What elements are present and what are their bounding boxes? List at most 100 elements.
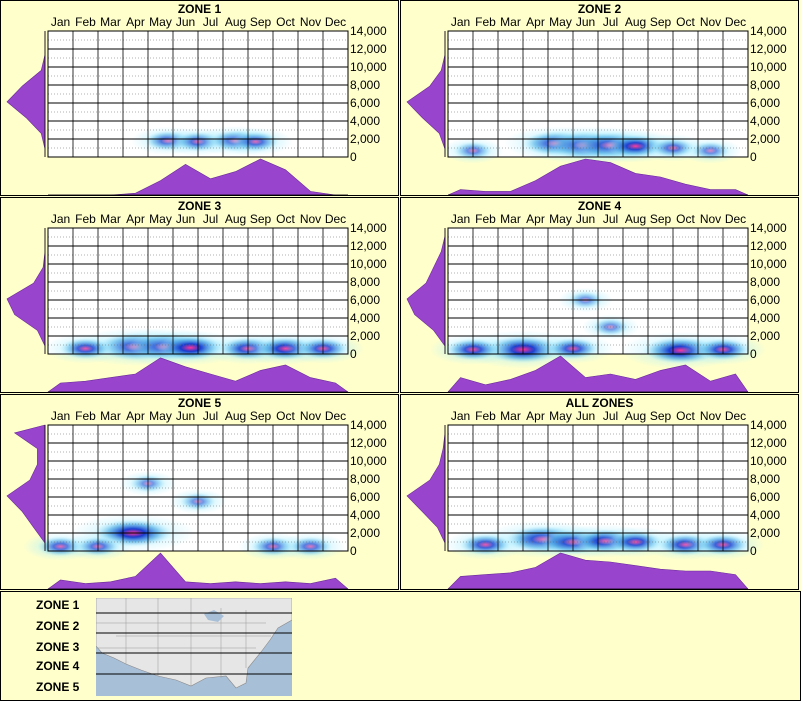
- chart-panel: ZONE 5 Jan Feb Mar Apr May Jun Jul Aug Sep Oct Nov D…: [0, 394, 399, 590]
- heatmap-plot: [406, 30, 749, 195]
- heatmap-plot: [406, 424, 765, 589]
- elevation-tick-label: 6,000: [350, 490, 381, 504]
- elevation-tick-label: 4,000: [750, 114, 781, 128]
- elevation-tick-label: 0: [750, 150, 757, 164]
- month-tick-label: Nov: [699, 409, 722, 423]
- elevation-tick-label: 4,000: [350, 311, 381, 325]
- month-tick-label: Sep: [649, 409, 672, 423]
- month-tick-label: Feb: [475, 15, 496, 29]
- chart-panel: ZONE 2 Jan Feb Mar Apr May Jun Jul Aug Sep Oct Nov D…: [400, 0, 799, 196]
- month-tick-label: Dec: [324, 409, 347, 423]
- month-tick-label: Jan: [450, 409, 471, 423]
- panel-title: ZONE 2: [577, 2, 622, 16]
- month-tick-label: Jun: [175, 409, 196, 423]
- elevation-tick-label: 10,000: [750, 60, 787, 74]
- panel-title: ZONE 3: [177, 199, 222, 213]
- zone-label-2: ZONE 2: [36, 619, 80, 633]
- month-tick-label: Apr: [126, 409, 145, 423]
- month-tick-label: Feb: [75, 15, 96, 29]
- month-tick-label: Apr: [526, 409, 545, 423]
- heatmap-plot: [6, 424, 349, 589]
- elevation-tick-label: 2,000: [750, 329, 781, 343]
- month-tick-label: Jul: [602, 212, 619, 226]
- heat-spot: [459, 534, 512, 556]
- elevation-tick-label: 12,000: [350, 239, 387, 253]
- heat-spot: [59, 337, 112, 360]
- month-tick-label: Nov: [299, 212, 322, 226]
- month-tick-label: May: [549, 409, 572, 423]
- elevation-tick-label: 2,000: [750, 132, 781, 146]
- month-tick-label: Sep: [649, 212, 672, 226]
- elevation-tick-label: 12,000: [350, 42, 387, 56]
- month-tick-label: Jul: [202, 212, 219, 226]
- month-tick-label: Jun: [175, 212, 196, 226]
- chart-panel: ZONE 3 Jan Feb Mar Apr May Jun Jul Aug Sep Oct Nov D…: [0, 197, 399, 393]
- panel-title: ZONE 4: [577, 199, 622, 213]
- elevation-tick-label: 0: [750, 544, 757, 558]
- month-tick-label: Apr: [526, 15, 545, 29]
- elevation-tick-label: 6,000: [350, 293, 381, 307]
- elevation-tick-label: 8,000: [350, 472, 381, 486]
- month-tick-label: Dec: [724, 15, 747, 29]
- elevation-tick-label: 4,000: [350, 114, 381, 128]
- month-tick-label: Jun: [175, 15, 196, 29]
- month-tick-label: Mar: [100, 212, 121, 226]
- month-tick-label: Oct: [676, 409, 695, 423]
- month-tick-label: Mar: [500, 15, 521, 29]
- elevation-tick-label: 12,000: [750, 239, 787, 253]
- elevation-profile-area: [6, 31, 46, 157]
- month-tick-label: Jan: [450, 212, 471, 226]
- month-tick-label: Oct: [676, 15, 695, 29]
- elevation-tick-label: 6,000: [750, 490, 781, 504]
- heat-spot: [288, 536, 333, 557]
- month-tick-label: Apr: [126, 212, 145, 226]
- month-tick-label: Jul: [202, 409, 219, 423]
- month-tick-label: Sep: [249, 212, 272, 226]
- month-tick-label: Jan: [50, 15, 71, 29]
- month-tick-label: Jun: [575, 409, 596, 423]
- heatmap-plot: [406, 227, 767, 392]
- elevation-profile-area: [406, 425, 446, 551]
- elevation-tick-label: 14,000: [750, 418, 787, 432]
- elevation-tick-label: 14,000: [350, 418, 387, 432]
- elevation-tick-label: 12,000: [750, 436, 787, 450]
- month-tick-label: Jan: [50, 409, 71, 423]
- us-map: [96, 598, 292, 696]
- elevation-tick-label: 12,000: [350, 436, 387, 450]
- elevation-tick-label: 0: [350, 347, 357, 361]
- chart-panel: ZONE 1 Jan Feb Mar Apr May Jun Jul Aug Sep Oct Nov D…: [0, 0, 399, 196]
- month-tick-label: May: [549, 15, 572, 29]
- elevation-tick-label: 8,000: [750, 78, 781, 92]
- month-tick-label: Dec: [324, 212, 347, 226]
- heatmap-plot: [6, 227, 365, 392]
- elevation-tick-label: 14,000: [350, 221, 387, 235]
- month-tick-label: Feb: [475, 212, 496, 226]
- zone-legend: ZONE 1 ZONE 2 ZONE 3 ZONE 4 ZONE 5: [0, 591, 801, 701]
- elevation-tick-label: 2,000: [750, 526, 781, 540]
- elevation-tick-label: 8,000: [750, 275, 781, 289]
- elevation-tick-label: 2,000: [350, 132, 381, 146]
- heatmap-plot: [6, 30, 349, 195]
- zone-label-3: ZONE 3: [36, 640, 80, 654]
- elevation-tick-label: 14,000: [750, 221, 787, 235]
- month-tick-label: May: [149, 409, 172, 423]
- elevation-tick-label: 6,000: [750, 96, 781, 110]
- elevation-tick-label: 10,000: [350, 257, 387, 271]
- elevation-tick-label: 8,000: [750, 472, 781, 486]
- elevation-tick-label: 0: [750, 347, 757, 361]
- elevation-tick-label: 4,000: [750, 508, 781, 522]
- elevation-tick-label: 4,000: [750, 311, 781, 325]
- month-tick-label: Oct: [276, 212, 295, 226]
- month-tick-label: Feb: [475, 409, 496, 423]
- month-tick-label: Aug: [624, 212, 647, 226]
- elevation-tick-label: 10,000: [750, 257, 787, 271]
- month-tick-label: Sep: [249, 15, 272, 29]
- month-tick-label: Nov: [699, 15, 722, 29]
- month-tick-label: Aug: [224, 15, 247, 29]
- elevation-profile-area: [6, 228, 46, 354]
- elevation-tick-label: 2,000: [350, 526, 381, 540]
- month-tick-label: Sep: [249, 409, 272, 423]
- zone-label-5: ZONE 5: [36, 680, 80, 694]
- month-tick-label: Aug: [624, 409, 647, 423]
- heat-spot: [232, 131, 279, 152]
